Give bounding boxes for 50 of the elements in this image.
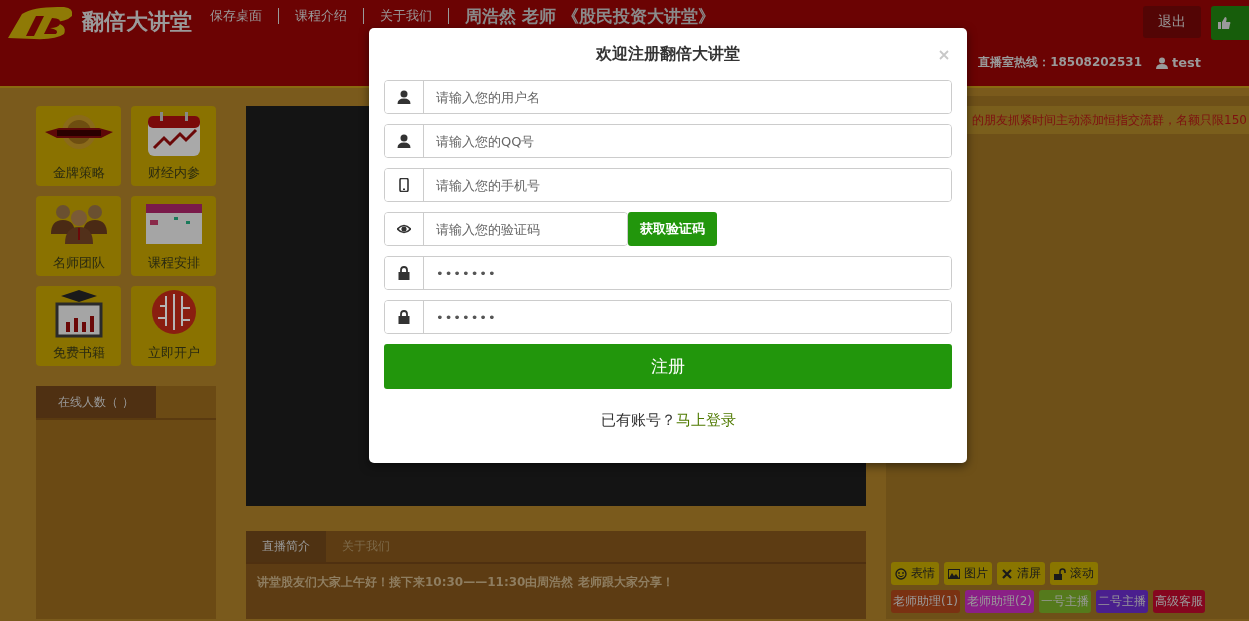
user-icon [1156, 56, 1168, 69]
register-button[interactable]: 注册 [384, 344, 952, 389]
info-tab[interactable]: 直播简介 [246, 531, 326, 562]
online-tab[interactable]: 在线人数（ ） [36, 386, 156, 418]
user-icon [397, 134, 411, 148]
chat-tool-button[interactable]: 清屏 [997, 562, 1045, 585]
lock-icon [397, 310, 411, 324]
nav-link[interactable]: 课程介绍 [295, 7, 347, 25]
menu-tile[interactable]: 立即开户 [131, 286, 216, 366]
role-tag[interactable]: 二号主播 [1096, 590, 1148, 613]
login-link[interactable]: 马上登录 [675, 411, 736, 429]
like-button[interactable] [1211, 6, 1249, 40]
menu-tile[interactable]: 免费书籍 [36, 286, 121, 366]
image-icon [948, 567, 960, 580]
close-icon [1001, 567, 1013, 580]
nav-link[interactable]: 关于我们 [380, 7, 432, 25]
menu-tile[interactable]: 财经内参 [131, 106, 216, 186]
chat-tool-button[interactable]: 表情 [891, 562, 939, 585]
nav-link[interactable]: 保存桌面 [210, 7, 262, 25]
intro-text: 讲堂股友们大家上午好！接下来10:30——11:30由周浩然 老师跟大家分享！ [256, 574, 675, 591]
course-title: 周浩然 老师 《股民投资大讲堂》 [465, 6, 715, 26]
close-icon [939, 50, 949, 60]
menu-tile[interactable]: 金牌策略 [36, 106, 121, 186]
role-tag[interactable]: 高级客服 [1153, 590, 1205, 613]
hotline-text: 直播室热线：18508202531 [978, 54, 1142, 71]
smiley-icon [895, 567, 907, 580]
input-field[interactable]: ••••••• [384, 300, 952, 334]
phone-icon [397, 178, 411, 192]
logout-button[interactable]: 退出 [1143, 6, 1201, 38]
site-title: 翻倍大讲堂 [82, 8, 192, 36]
unlock-icon [1054, 567, 1066, 580]
menu-tile[interactable]: 名师团队 [36, 196, 121, 276]
input-field[interactable]: 请输入您的用户名 [384, 80, 952, 114]
input-field[interactable]: 请输入您的验证码 [384, 212, 628, 246]
chat-tool-button[interactable]: 图片 [944, 562, 992, 585]
role-tag[interactable]: 老师助理(1) [891, 590, 960, 613]
role-tag[interactable]: 老师助理(2) [965, 590, 1034, 613]
input-field[interactable]: ••••••• [384, 256, 952, 290]
chat-tool-button[interactable]: 滚动 [1050, 562, 1098, 585]
input-field[interactable]: 请输入您的手机号 [384, 168, 952, 202]
input-field[interactable]: 请输入您的QQ号 [384, 124, 952, 158]
get-code-button[interactable]: 获取验证码 [628, 212, 717, 246]
dialog-title: 欢迎注册翻倍大讲堂 [596, 43, 740, 65]
account-prompt: 已有账号？ [600, 411, 676, 429]
thumbs-up-icon [1217, 16, 1231, 30]
user-icon [397, 90, 411, 104]
lock-icon [397, 266, 411, 280]
eye-icon [397, 222, 411, 236]
username: test [1172, 55, 1201, 70]
menu-tile[interactable]: 课程安排 [131, 196, 216, 276]
